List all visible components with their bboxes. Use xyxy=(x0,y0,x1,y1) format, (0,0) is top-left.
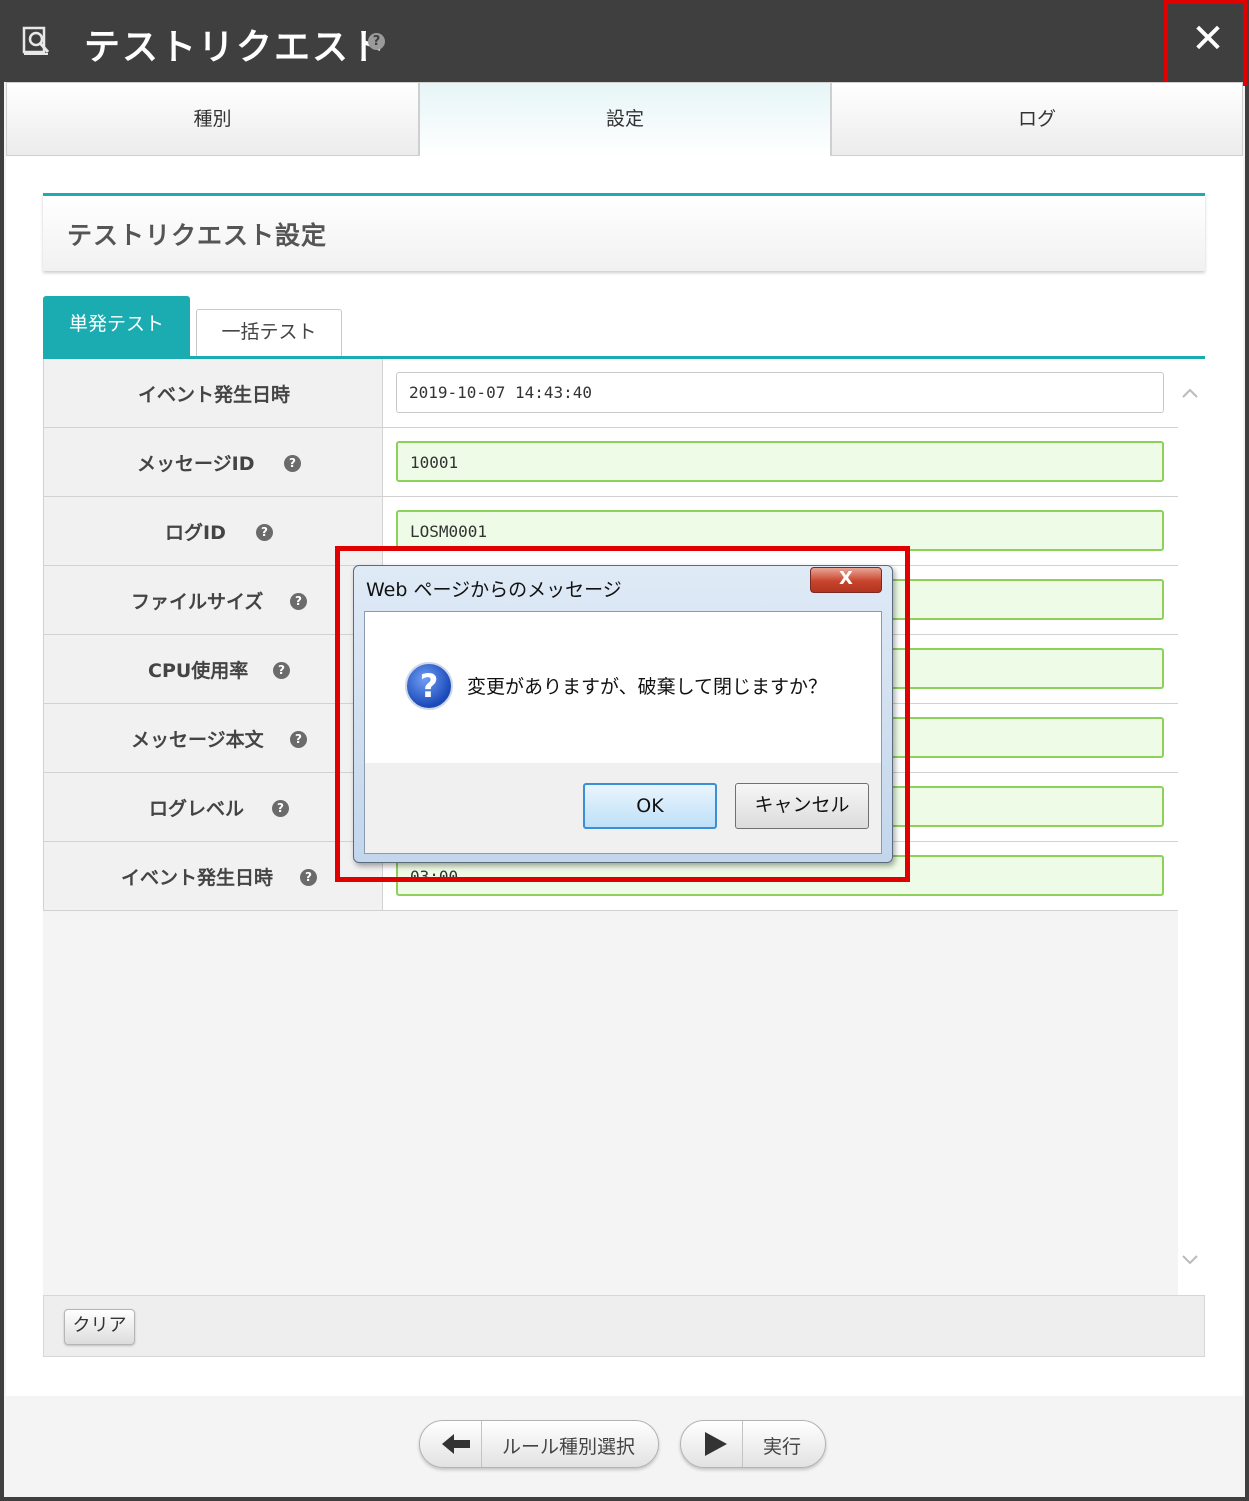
test-request-icon xyxy=(22,26,50,55)
arrow-left-icon xyxy=(420,1421,482,1467)
question-icon: ? xyxy=(405,662,453,710)
help-icon[interactable]: ? xyxy=(272,800,289,817)
log-id-input[interactable]: LOSM0001 xyxy=(396,510,1164,551)
play-icon xyxy=(681,1421,743,1467)
main-tabs: 種別 設定 ログ xyxy=(6,82,1243,156)
row-label: メッセージ本文 xyxy=(131,729,264,751)
dialog-title: Web ページからのメッセージ xyxy=(366,579,622,601)
confirm-dialog: Web ページからのメッセージ X ? 変更がありますが、破棄して閉じますか？ … xyxy=(353,565,893,863)
tab-log[interactable]: ログ xyxy=(831,82,1243,156)
help-icon[interactable]: ? xyxy=(290,731,307,748)
form-row-event-datetime: イベント発生日時 2019-10-07 14:43:40 xyxy=(43,359,1178,428)
ok-button[interactable]: OK xyxy=(583,783,717,829)
help-icon[interactable]: ? xyxy=(256,524,273,541)
help-icon[interactable]: ? xyxy=(300,869,317,886)
run-button[interactable]: 実行 xyxy=(680,1420,826,1468)
row-label: メッセージID xyxy=(137,453,255,475)
tab-single-test[interactable]: 単発テスト xyxy=(43,296,190,356)
window-title: テストリクエスト xyxy=(84,27,389,68)
row-label: イベント発生日時 xyxy=(138,384,291,406)
dialog-close-button[interactable]: X xyxy=(810,567,882,593)
row-label: イベント発生日時 xyxy=(121,867,274,889)
section-title: テストリクエスト設定 xyxy=(67,221,328,250)
dialog-message: 変更がありますが、破棄して閉じますか？ xyxy=(467,676,828,698)
help-icon[interactable]: ? xyxy=(290,593,307,610)
scroll-up-icon[interactable] xyxy=(1181,383,1199,401)
title-bar: テストリクエスト ? ✕ xyxy=(0,0,1249,82)
row-label: ログレベル xyxy=(149,798,245,820)
rule-type-select-label: ルール種別選択 xyxy=(502,1436,636,1458)
close-button[interactable]: ✕ xyxy=(1170,0,1246,82)
form-row-message-id: メッセージID ? 10001 xyxy=(43,428,1178,497)
row-label: ログID xyxy=(165,522,226,544)
tab-settings[interactable]: 設定 xyxy=(419,82,831,156)
dialog-button-area: OK キャンセル xyxy=(365,763,881,853)
row-label: ファイルサイズ xyxy=(131,591,264,613)
clear-button[interactable]: クリア xyxy=(64,1309,135,1345)
help-icon[interactable]: ? xyxy=(273,662,290,679)
form-row-log-id: ログID ? LOSM0001 xyxy=(43,497,1178,566)
section-header: テストリクエスト設定 xyxy=(43,193,1205,271)
event-datetime-input[interactable]: 2019-10-07 14:43:40 xyxy=(396,372,1164,413)
tab-batch-test[interactable]: 一括テスト xyxy=(196,309,342,356)
scroll-down-icon[interactable] xyxy=(1181,1250,1199,1268)
cancel-button[interactable]: キャンセル xyxy=(735,783,869,829)
help-icon[interactable]: ? xyxy=(368,33,385,50)
rule-type-select-button[interactable]: ルール種別選択 xyxy=(419,1420,659,1468)
message-id-input[interactable]: 10001 xyxy=(396,441,1164,482)
dialog-body: ? 変更がありますが、破棄して閉じますか？ OK キャンセル xyxy=(364,611,882,854)
row-label: CPU使用率 xyxy=(148,660,249,682)
clear-bar: クリア xyxy=(43,1295,1205,1357)
tab-type[interactable]: 種別 xyxy=(6,82,419,156)
run-label: 実行 xyxy=(763,1436,802,1458)
help-icon[interactable]: ? xyxy=(284,455,301,472)
